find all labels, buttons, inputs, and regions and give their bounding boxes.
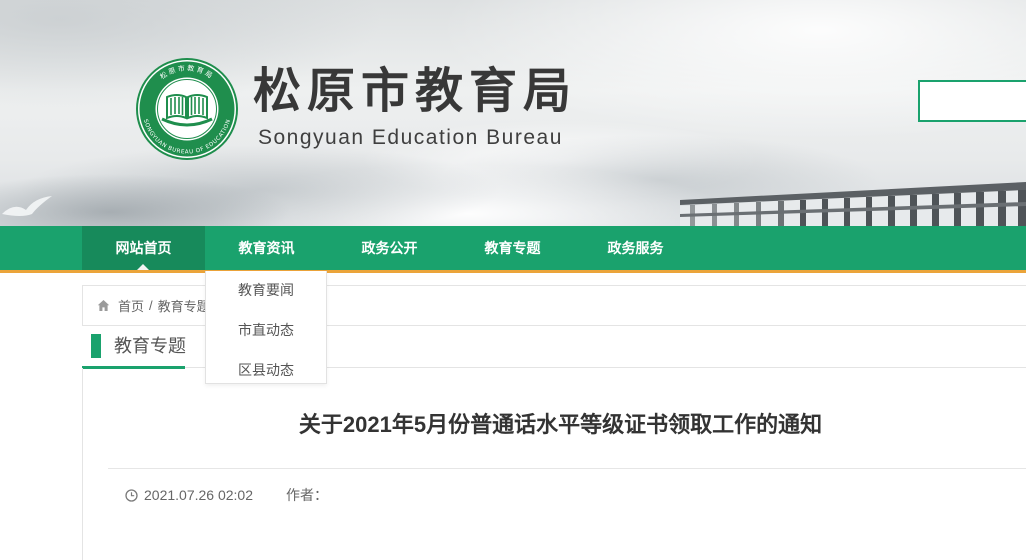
nav-item-government-affairs[interactable]: 政务公开 [328, 226, 451, 270]
article-date: 2021.07.26 02:02 [144, 487, 253, 503]
breadcrumb-home-link[interactable]: 首页 [118, 296, 144, 315]
breadcrumb-current[interactable]: 教育专题 [158, 296, 210, 315]
nav-item-label: 教育资讯 [238, 240, 295, 256]
dropdown-item-city-updates[interactable]: 市直动态 [206, 311, 326, 351]
article-divider [108, 468, 1026, 469]
bird-decoration [2, 196, 52, 216]
site-subtitle: Songyuan Education Bureau [258, 126, 563, 149]
breadcrumb-separator: / [149, 298, 153, 313]
article-meta: 2021.07.26 02:02 作者： [125, 485, 328, 505]
nav-item-label: 政务服务 [607, 240, 664, 256]
nav-item-label: 网站首页 [115, 240, 172, 256]
nav-dropdown-menu: 教育要闻 市直动态 区县动态 [205, 271, 327, 384]
site-logo[interactable]: 松原市教育局 SONGYUAN BUREAU OF EDUCATION [135, 57, 239, 161]
nav-item-education-info[interactable]: 教育资讯 [205, 226, 328, 270]
nav-item-label: 教育专题 [484, 240, 541, 256]
nav-item-label: 政务公开 [361, 240, 418, 256]
bridge-decoration [680, 182, 1026, 226]
dropdown-item-county-updates[interactable]: 区县动态 [206, 351, 326, 383]
active-indicator [137, 264, 149, 270]
dropdown-item-education-news[interactable]: 教育要闻 [206, 271, 326, 311]
main-nav: 网站首页 教育资讯 政务公开 教育专题 政务服务 [0, 226, 1026, 273]
home-icon [97, 300, 110, 311]
site-header: 松原市教育局 SONGYUAN BUREAU OF EDUCATION 松原市教… [0, 0, 1026, 226]
section-accent-bar [91, 334, 101, 358]
clock-icon [125, 488, 138, 502]
article-title: 关于2021年5月份普通话水平等级证书领取工作的通知 [298, 412, 823, 437]
nav-item-education-topics[interactable]: 教育专题 [451, 226, 574, 270]
search-input[interactable] [918, 80, 1026, 122]
nav-item-home[interactable]: 网站首页 [82, 226, 205, 270]
article-author-label: 作者： [286, 487, 328, 503]
nav-item-government-services[interactable]: 政务服务 [574, 226, 697, 270]
section-title: 教育专题 [114, 336, 186, 356]
article-panel: 关于2021年5月份普通话水平等级证书领取工作的通知 2021.07.26 02… [82, 368, 1026, 560]
site-title: 松原市教育局 [253, 63, 578, 119]
